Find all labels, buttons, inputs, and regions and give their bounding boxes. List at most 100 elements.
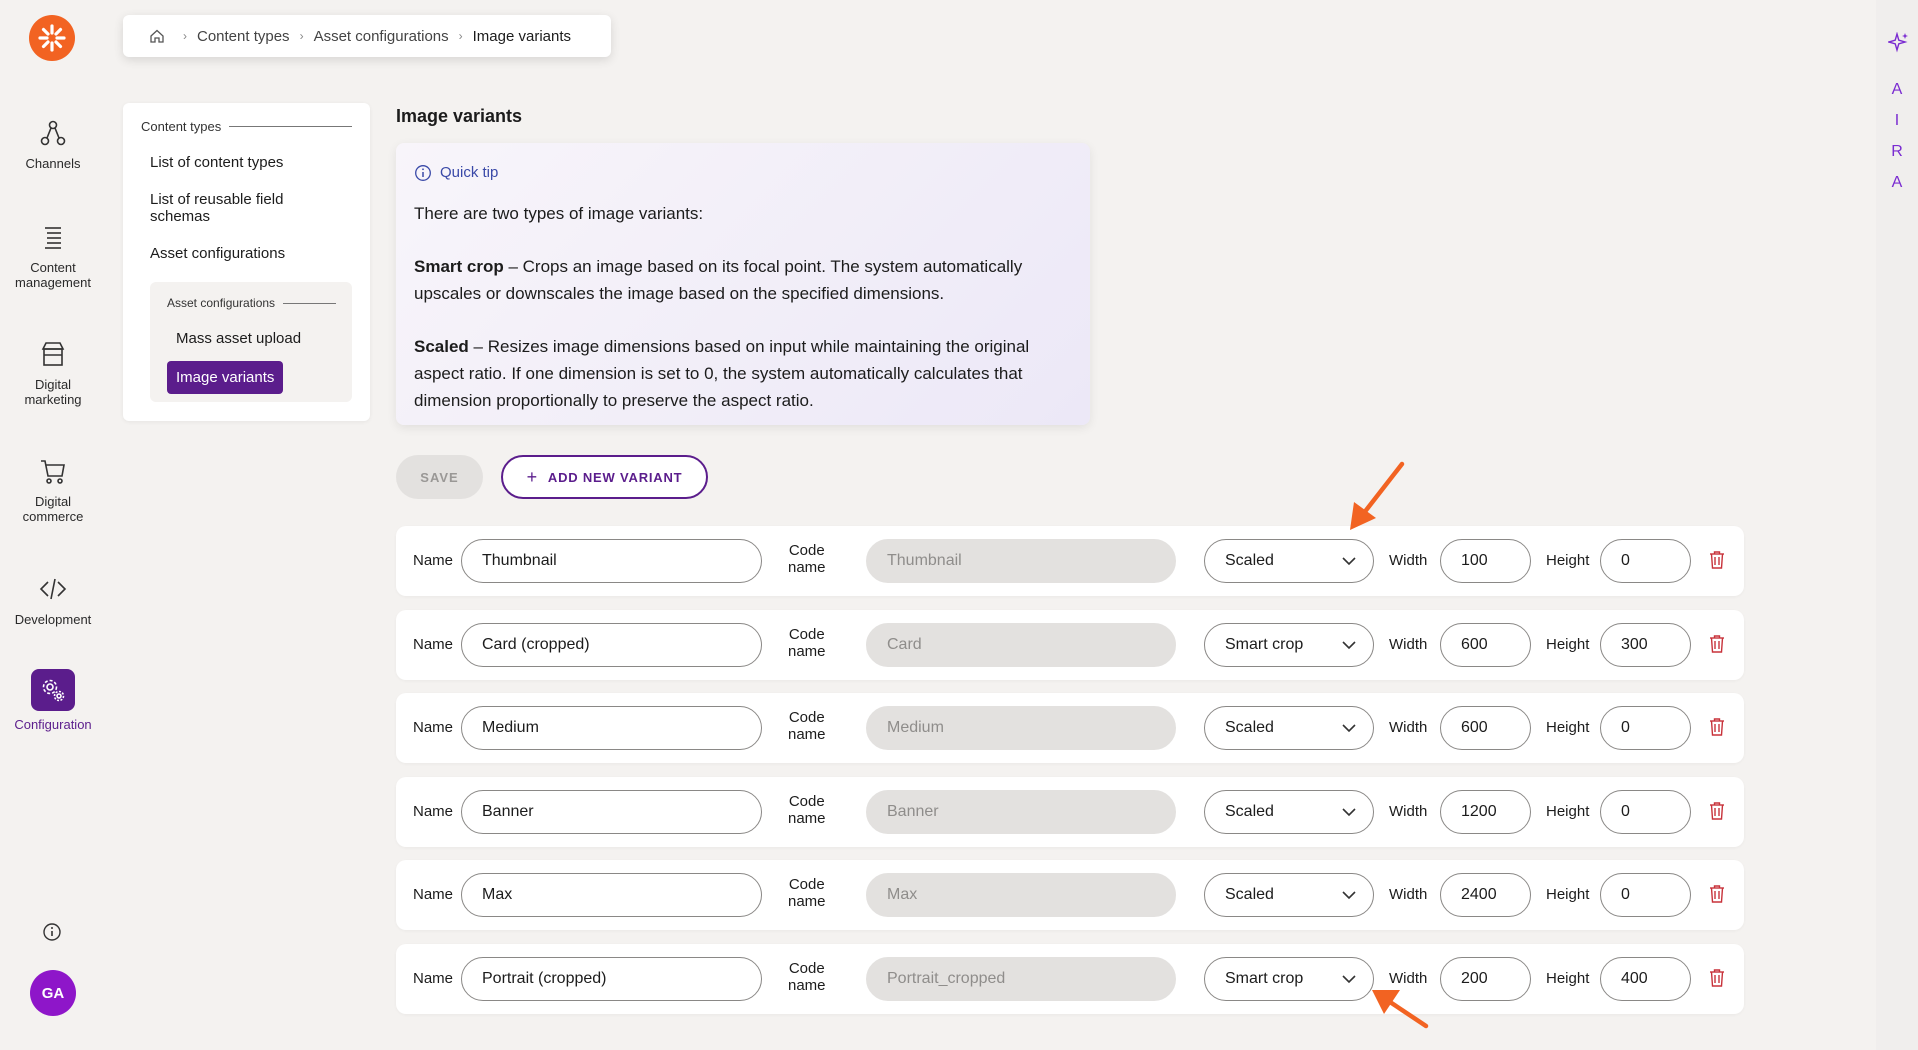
sparkle-icon[interactable] bbox=[1888, 32, 1910, 54]
variant-width-input[interactable]: 600 bbox=[1440, 622, 1531, 667]
rail-item-configuration[interactable]: Configuration bbox=[0, 669, 106, 732]
subnav-item-asset-configurations[interactable]: Asset configurations bbox=[141, 245, 352, 262]
variant-code-name-input: Thumbnail bbox=[866, 539, 1176, 583]
variant-type-select[interactable]: Scaled bbox=[1204, 706, 1374, 750]
height-label: Height bbox=[1546, 552, 1590, 569]
variant-type-select[interactable]: Scaled bbox=[1204, 789, 1374, 834]
rail-item-content-management[interactable]: Content management bbox=[0, 222, 106, 290]
variant-name-input[interactable]: Portrait (cropped) bbox=[461, 956, 762, 1001]
variant-height-input[interactable]: 0 bbox=[1600, 873, 1691, 917]
trash-icon[interactable] bbox=[1709, 550, 1725, 570]
tip-description: – Resizes image dimensions based on inpu… bbox=[414, 337, 1030, 410]
breadcrumb-separator-icon: › bbox=[299, 29, 304, 43]
gear-icon bbox=[42, 679, 65, 702]
variant-width-input[interactable]: 200 bbox=[1440, 956, 1531, 1001]
name-label: Name bbox=[413, 969, 454, 987]
quick-tip-panel: Quick tip There are two types of image v… bbox=[396, 143, 1090, 425]
breadcrumb-current: Image variants bbox=[472, 27, 572, 45]
width-label: Width bbox=[1389, 802, 1428, 820]
app-logo[interactable] bbox=[29, 15, 75, 61]
variant-type-select[interactable]: Scaled bbox=[1204, 539, 1374, 583]
variant-name-input[interactable]: Max bbox=[461, 873, 762, 917]
height-label: Height bbox=[1546, 719, 1590, 736]
code-name-label: Code name bbox=[788, 960, 826, 994]
trash-icon[interactable] bbox=[1709, 717, 1725, 737]
rail-item-label: Channels bbox=[25, 156, 81, 171]
tip-term: Scaled bbox=[414, 337, 469, 356]
trash-icon[interactable] bbox=[1709, 801, 1725, 821]
variant-width-input[interactable]: 1200 bbox=[1440, 789, 1531, 834]
width-label: Width bbox=[1389, 552, 1428, 569]
quick-tip-title: Quick tip bbox=[440, 164, 499, 181]
code-name-label: Code name bbox=[788, 793, 826, 827]
code-name-label-line: Code bbox=[788, 625, 825, 643]
rail-item-digital-commerce[interactable]: Digital commerce bbox=[0, 456, 106, 524]
width-label: Width bbox=[1389, 886, 1428, 903]
code-name-label-line: Code bbox=[788, 709, 825, 726]
rail-item-label: Configuration bbox=[14, 717, 92, 732]
rail-item-channels[interactable]: Channels bbox=[0, 118, 106, 171]
variant-height-input[interactable]: 300 bbox=[1600, 622, 1691, 667]
variant-name-input[interactable]: Card (cropped) bbox=[461, 622, 762, 667]
add-new-variant-label: ADD NEW VARIANT bbox=[547, 469, 683, 485]
secondary-navigation: Content types List of content types List… bbox=[123, 103, 370, 421]
variant-width-input[interactable]: 100 bbox=[1440, 539, 1531, 583]
code-name-label: Code name bbox=[788, 626, 826, 660]
variant-type-select[interactable]: Smart crop bbox=[1204, 622, 1374, 667]
user-avatar[interactable]: GA bbox=[30, 970, 76, 1016]
info-button[interactable] bbox=[42, 922, 62, 947]
chevron-down-icon bbox=[1342, 557, 1356, 566]
home-icon[interactable] bbox=[149, 28, 165, 44]
name-label: Name bbox=[413, 802, 454, 820]
variant-name-input[interactable]: Medium bbox=[461, 706, 762, 750]
plus-icon: + bbox=[526, 466, 538, 487]
rail-item-development[interactable]: Development bbox=[0, 574, 106, 627]
code-name-label-line: name bbox=[788, 726, 826, 743]
breadcrumb-link-content-types[interactable]: Content types bbox=[197, 28, 290, 45]
add-new-variant-button[interactable]: + ADD NEW VARIANT bbox=[501, 455, 708, 499]
variant-width-input[interactable]: 600 bbox=[1440, 706, 1531, 750]
aira-letter: A bbox=[1891, 174, 1903, 191]
variant-name-input[interactable]: Thumbnail bbox=[461, 539, 762, 583]
configuration-icon-box bbox=[31, 669, 75, 711]
save-button[interactable]: SAVE bbox=[396, 455, 483, 499]
name-label: Name bbox=[413, 886, 454, 903]
height-label: Height bbox=[1546, 969, 1590, 987]
aira-letter: A bbox=[1891, 81, 1903, 98]
subnav-item-reusable-field-schemas[interactable]: List of reusable field schemas bbox=[141, 191, 301, 225]
channels-icon bbox=[40, 120, 66, 146]
variant-name-input[interactable]: Banner bbox=[461, 789, 762, 834]
info-icon bbox=[415, 164, 431, 181]
code-icon bbox=[39, 578, 67, 600]
trash-icon[interactable] bbox=[1709, 884, 1725, 904]
width-label: Width bbox=[1389, 635, 1428, 653]
subnav-item-image-variants[interactable]: Image variants bbox=[167, 361, 284, 394]
code-name-label: Code name bbox=[788, 876, 826, 910]
breadcrumb-separator-icon: › bbox=[183, 29, 187, 43]
height-label: Height bbox=[1546, 635, 1590, 653]
variant-height-input[interactable]: 0 bbox=[1600, 706, 1691, 750]
trash-icon[interactable] bbox=[1709, 634, 1725, 654]
variant-height-input[interactable]: 0 bbox=[1600, 539, 1691, 583]
tip-description: – Crops an image based on its focal poin… bbox=[414, 257, 1023, 303]
variant-width-input[interactable]: 2400 bbox=[1440, 873, 1531, 917]
variant-height-input[interactable]: 400 bbox=[1600, 956, 1691, 1001]
rail-item-digital-marketing[interactable]: Digital marketing bbox=[0, 339, 106, 407]
trash-icon[interactable] bbox=[1709, 968, 1725, 988]
code-name-label-line: Code bbox=[788, 542, 825, 559]
variant-type-select[interactable]: Scaled bbox=[1204, 873, 1374, 917]
annotation-arrow-icon bbox=[1350, 461, 1405, 530]
name-label: Name bbox=[413, 635, 454, 653]
variant-type-value: Smart crop bbox=[1225, 969, 1304, 987]
variant-code-name-input: Portrait_cropped bbox=[866, 956, 1176, 1001]
chevron-down-icon bbox=[1342, 891, 1356, 900]
breadcrumb-link-asset-configurations[interactable]: Asset configurations bbox=[314, 28, 449, 45]
aira-label[interactable]: A I R A bbox=[1890, 74, 1904, 198]
subnav-item-mass-asset-upload[interactable]: Mass asset upload bbox=[167, 330, 336, 347]
subnav-nested-group: Asset configurations Mass asset upload I… bbox=[150, 282, 352, 402]
variant-type-select[interactable]: Smart crop bbox=[1204, 956, 1374, 1001]
rail-item-label: Digital marketing bbox=[24, 377, 82, 407]
variant-height-input[interactable]: 0 bbox=[1600, 789, 1691, 834]
variant-type-value: Scaled bbox=[1225, 719, 1274, 736]
subnav-item-list-of-content-types[interactable]: List of content types bbox=[141, 154, 352, 171]
